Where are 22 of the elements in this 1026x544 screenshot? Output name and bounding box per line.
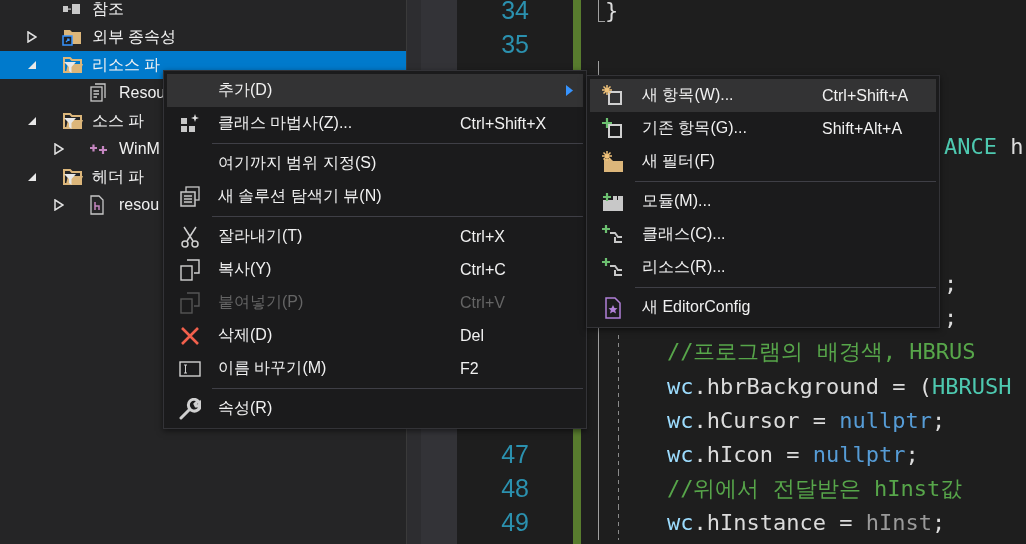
code-line: ; [944, 271, 958, 297]
tree-item-label: 헤더 파 [92, 166, 145, 187]
code-line: wc.hCursor = nullptr; [667, 407, 946, 433]
line-number: 49 [501, 508, 529, 538]
tree-item-label: 리소스 파 [92, 54, 161, 75]
tree-item-label: resou [119, 196, 160, 214]
code-line: wc.hbrBackground = (HBRUSH [667, 373, 1012, 399]
code-line: wc.hInstance = hInst; [667, 510, 946, 536]
tree-item-label: 소스 파 [92, 110, 145, 131]
line-number: 34 [501, 0, 529, 25]
tree-item-label: WinM [119, 140, 160, 158]
code-line: ANCE h [944, 134, 1024, 160]
code-line: ; [944, 305, 958, 331]
line-number: 48 [501, 474, 529, 504]
code-line: wc.hIcon = nullptr; [667, 442, 919, 468]
line-number: 47 [501, 440, 529, 470]
line-number: 35 [501, 29, 529, 59]
code-line: //프로그램의 배경색, HBRUS [667, 337, 976, 366]
tree-item-label: 참조 [92, 0, 124, 19]
code-line: //위에서 전달받은 hInst값 [667, 474, 963, 503]
tree-item-label: 외부 종속성 [92, 26, 177, 47]
code-line: } [605, 0, 619, 23]
